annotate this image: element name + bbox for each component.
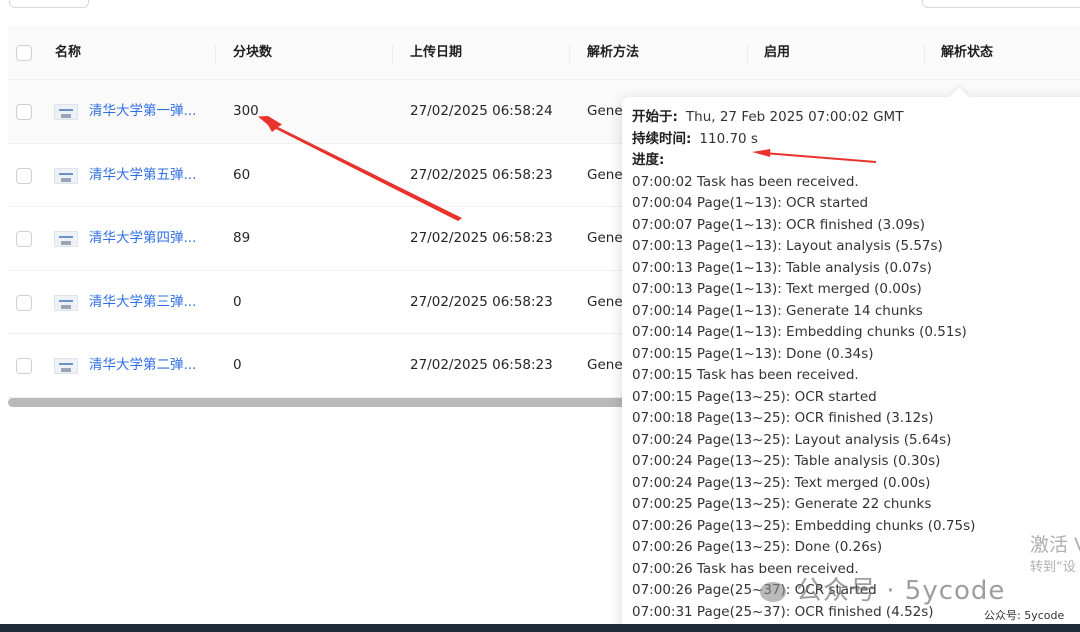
column-separator (215, 44, 216, 64)
row-checkbox[interactable] (16, 104, 32, 120)
log-line: 07:00:13 Page(1~13): Text merged (0.00s) (632, 281, 922, 297)
column-header-upload-date[interactable]: 上传日期 (410, 26, 462, 80)
column-header-name[interactable]: 名称 (55, 26, 81, 80)
taskbar (0, 624, 1080, 632)
document-thumbnail-icon (54, 167, 78, 184)
chunk-count: 89 (233, 230, 251, 246)
column-header-parse-status[interactable]: 解析状态 (941, 26, 993, 80)
log-line: 07:00:07 Page(1~13): OCR finished (3.09s… (632, 216, 925, 233)
chunk-count: 0 (233, 357, 242, 373)
log-line: 07:00:15 Page(13~25): OCR started (632, 388, 877, 405)
watermark-goto-text: 转到“设 (1030, 560, 1076, 575)
tooltip-duration-line: 持续时间: 110.70 s (632, 129, 1080, 151)
log-line: 07:00:25 Page(13~25): Generate 22 chunks (632, 496, 932, 512)
file-name-link[interactable]: 清华大学第三弹... (89, 271, 207, 334)
chunk-count: 0 (233, 293, 242, 310)
column-separator (392, 44, 393, 64)
wechat-watermark-text: 公众号 · 5ycode (796, 576, 1006, 606)
log-line: 07:00:02 Task has been received. (632, 173, 859, 190)
horizontal-scrollbar[interactable] (8, 398, 628, 407)
log-line: 07:00:24 Page(13~25): Layout analysis (5… (632, 431, 952, 448)
select-all-checkbox[interactable] (16, 45, 32, 61)
document-thumbnail-icon (54, 294, 78, 311)
account-watermark: 公众号: 5ycode (984, 607, 1065, 623)
upload-date: 27/02/2025 06:58:24 (410, 103, 553, 119)
column-header-enabled[interactable]: 启用 (764, 26, 790, 80)
file-name-link[interactable]: 清华大学第一弹... (89, 80, 207, 143)
log-line: 07:00:15 Page(1~13): Done (0.34s) (632, 345, 874, 362)
parse-method[interactable]: Gene (587, 144, 623, 207)
column-header-chunks[interactable]: 分块数 (233, 26, 272, 80)
file-name-link[interactable]: 清华大学第四弹... (89, 207, 207, 270)
duration-label: 持续时间: (632, 130, 692, 147)
chunk-count: 60 (233, 166, 251, 183)
watermark-activate-text: 激活 V (1030, 534, 1080, 556)
upload-date: 27/02/2025 06:58:23 (410, 357, 553, 373)
column-header-parse-method[interactable]: 解析方法 (587, 26, 639, 80)
column-separator (924, 44, 925, 64)
upload-date: 27/02/2025 06:58:23 (410, 166, 553, 183)
log-line: 07:00:15 Task has been received. (632, 367, 859, 383)
parse-method[interactable]: Gene (587, 207, 623, 270)
log-line: 07:00:24 Page(13~25): Table analysis (0.… (632, 453, 941, 469)
row-checkbox[interactable] (16, 358, 32, 374)
document-thumbnail-icon (54, 104, 78, 120)
wechat-watermark: 公众号 · 5ycode (760, 570, 1005, 607)
column-separator (747, 44, 748, 64)
tooltip-start-line: 开始于: Thu, 27 Feb 2025 07:00:02 GMT (632, 107, 1080, 129)
row-checkbox[interactable] (16, 294, 32, 311)
parse-progress-tooltip: 开始于: Thu, 27 Feb 2025 07:00:02 GMT 持续时间: 1… (622, 97, 1080, 632)
log-line: 07:00:26 Page(13~25): Embedding chunks (… (632, 517, 976, 534)
log-line: 07:00:14 Page(1~13): Generate 14 chunks (632, 302, 923, 319)
log-line: 07:00:26 Page(13~25): Done (0.26s) (632, 539, 883, 555)
top-right-search-input[interactable] (922, 0, 1080, 8)
wechat-icon (760, 581, 786, 602)
duration-value: 110.70 s (699, 130, 758, 147)
log-line: 07:00:13 Page(1~13): Layout analysis (5.… (632, 238, 943, 254)
parse-method[interactable]: Gene (587, 271, 623, 334)
start-label: 开始于: (632, 109, 678, 125)
table-header: 名称 分块数 上传日期 解析方法 启用 解析状态 (8, 26, 1080, 80)
log-line: 07:00:24 Page(13~25): Text merged (0.00s… (632, 474, 931, 491)
log-line: 07:00:18 Page(13~25): OCR finished (3.12… (632, 410, 934, 426)
log-line: 07:00:04 Page(1~13): OCR started (632, 195, 869, 211)
file-name-link[interactable]: 清华大学第二弹... (89, 334, 207, 397)
start-value: Thu, 27 Feb 2025 07:00:02 GMT (685, 109, 904, 125)
file-name-link[interactable]: 清华大学第五弹... (89, 144, 207, 207)
log-line: 07:00:14 Page(1~13): Embedding chunks (0… (632, 324, 967, 340)
upload-date: 27/02/2025 06:58:23 (410, 230, 553, 246)
progress-label: 进度: (632, 152, 665, 168)
parse-method[interactable]: Gene (587, 334, 623, 397)
top-left-button[interactable] (9, 0, 89, 8)
row-checkbox[interactable] (16, 231, 32, 247)
chunk-count: 300 (233, 103, 259, 119)
parse-method[interactable]: Gene (587, 80, 623, 143)
document-thumbnail-icon (54, 231, 78, 247)
log-line: 07:00:13 Page(1~13): Table analysis (0.0… (632, 259, 932, 276)
upload-date: 27/02/2025 06:58:23 (410, 293, 553, 310)
column-separator (569, 44, 570, 64)
document-thumbnail-icon (54, 358, 78, 374)
row-checkbox[interactable] (16, 167, 32, 184)
tooltip-progress-line: 进度: (632, 150, 1080, 172)
